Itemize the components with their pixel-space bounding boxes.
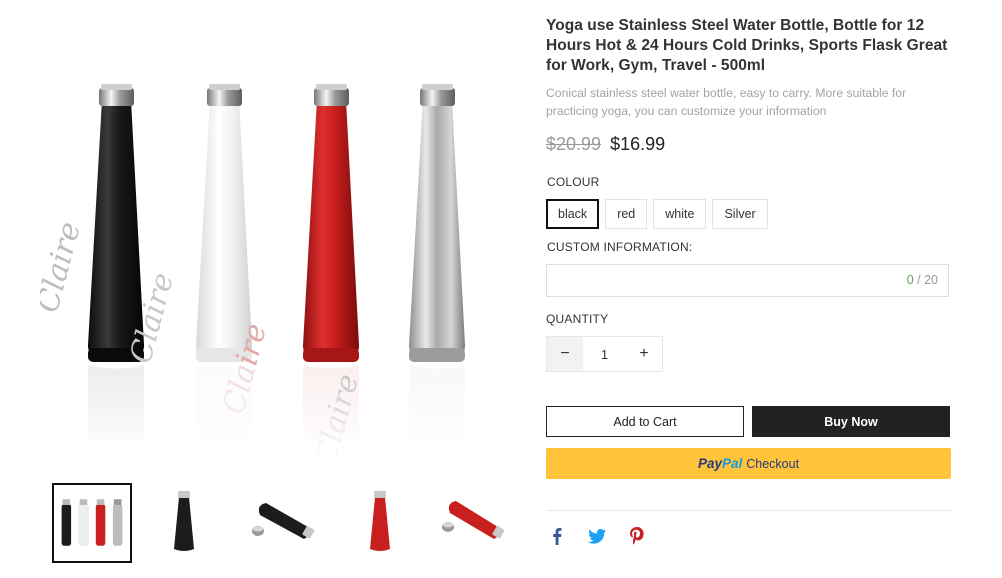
product-info: Yoga use Stainless Steel Water Bottle, B… [546,16,951,156]
facebook-icon[interactable] [548,526,566,546]
quantity-stepper: − 1 + [546,336,663,372]
product-title: Yoga use Stainless Steel Water Bottle, B… [546,17,948,74]
thumbnail-strip [52,483,512,563]
add-to-cart-button[interactable]: Add to Cart [546,406,744,437]
price-row: $20.99 $16.99 [546,132,951,156]
paypal-logo-pay: Pay [697,456,722,471]
quantity-decrease-button[interactable]: − [547,337,583,371]
share-links [548,526,646,546]
pinterest-icon[interactable] [628,526,646,546]
colour-options: black red white Silver [546,199,768,229]
paypal-checkout-button[interactable]: Pay Pal Checkout [546,448,951,479]
counter-separator: / [913,273,925,287]
product-description: Conical stainless steel water bottle, ea… [546,86,907,118]
sale-price: $16.99 [610,133,666,154]
counter-max: 20 [924,273,938,287]
twitter-icon[interactable] [588,526,606,546]
svg-text:Claire: Claire [40,218,88,316]
colour-option-black[interactable]: black [546,199,600,229]
divider [546,510,951,511]
main-product-image[interactable]: Claire Claire Claire Claire [40,20,510,460]
character-counter: 0 / 20 [907,273,938,287]
quantity-label: QUANTITY [546,312,609,326]
paypal-checkout-label: Checkout [746,456,800,471]
thumbnail-all-bottles[interactable] [52,483,132,563]
custom-information-field: 0 / 20 [546,264,949,297]
colour-option-silver[interactable]: Silver [712,199,768,229]
quantity-increase-button[interactable]: + [626,337,662,371]
buy-now-button[interactable]: Buy Now [752,406,950,437]
quantity-value[interactable]: 1 [583,337,626,371]
counter-current: 0 [906,273,914,287]
custom-information-label: CUSTOM INFORMATION: [547,240,693,254]
paypal-logo-pal: Pal [721,456,743,471]
custom-information-input[interactable] [547,265,887,296]
original-price: $20.99 [546,133,602,154]
thumbnail-black-bottle[interactable] [144,483,224,563]
colour-label: COLOUR [547,175,600,189]
thumbnail-red-bottle[interactable] [340,483,420,563]
thumbnail-black-bottle-lying[interactable] [242,483,322,563]
thumbnail-red-bottle-lying[interactable] [432,483,512,563]
colour-option-white[interactable]: white [653,199,707,229]
colour-option-red[interactable]: red [605,199,648,229]
